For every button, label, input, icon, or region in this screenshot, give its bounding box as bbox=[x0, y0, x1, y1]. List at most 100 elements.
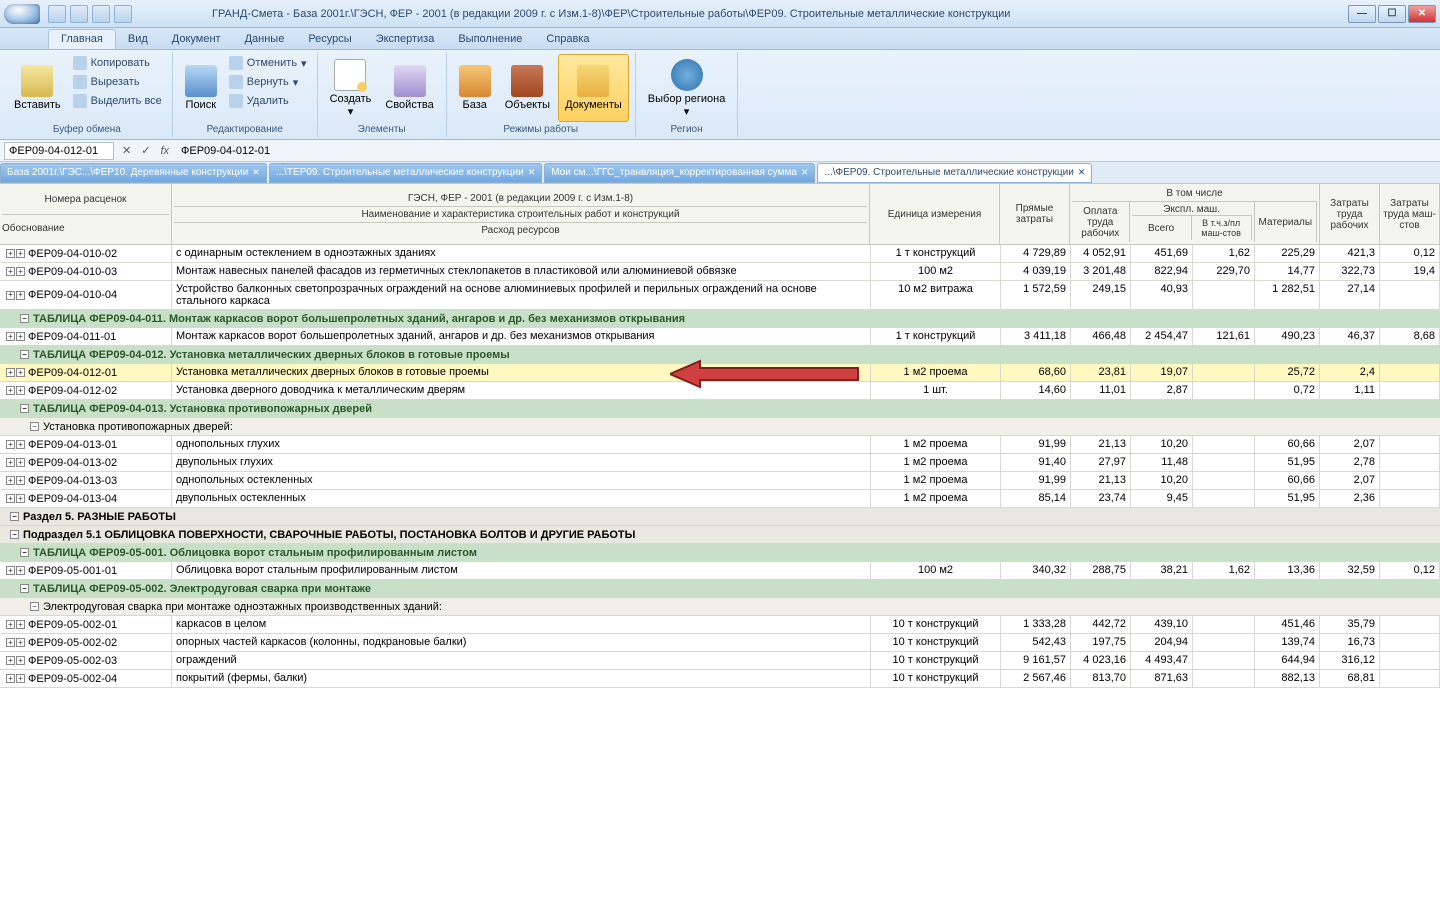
base-icon bbox=[459, 65, 491, 97]
cancel-formula-icon[interactable]: ✕ bbox=[120, 144, 133, 157]
ribbon-tab-expertise[interactable]: Экспертиза bbox=[364, 30, 447, 49]
table-row[interactable]: ++ФЕР09-04-013-03однопольных остекленных… bbox=[0, 472, 1440, 490]
col-materials: Материалы bbox=[1255, 202, 1317, 242]
maximize-button[interactable]: ☐ bbox=[1378, 5, 1406, 23]
name-box[interactable] bbox=[4, 142, 114, 160]
table-row[interactable]: −ТАБЛИЦА ФЕР09-04-011. Монтаж каркасов в… bbox=[0, 310, 1440, 328]
region-button[interactable]: Выбор региона ▾ bbox=[642, 54, 732, 122]
copy-button[interactable]: Копировать bbox=[69, 54, 166, 72]
accept-formula-icon[interactable]: ✓ bbox=[139, 144, 152, 157]
documents-icon bbox=[577, 65, 609, 97]
ribbon-tab-execution[interactable]: Выполнение bbox=[446, 30, 534, 49]
qat-save-icon[interactable] bbox=[48, 5, 66, 23]
doc-tab[interactable]: Мои см...\ГГС_транвляция_корректированна… bbox=[544, 163, 815, 183]
document-tab-strip: База 2001г.\ГЭС...\ФЕР10. Деревянные кон… bbox=[0, 162, 1440, 184]
col-db: ГЭСН, ФЕР - 2001 (в редакции 2009 г. с И… bbox=[174, 191, 867, 207]
doc-tab[interactable]: ...\ТЕР09. Строительные металлические ко… bbox=[269, 163, 542, 183]
col-labor-mach: Затраты труда маш-стов bbox=[1380, 184, 1440, 244]
delete-button[interactable]: Удалить bbox=[225, 92, 311, 110]
ribbon-tab-strip: Главная Вид Документ Данные Ресурсы Эксп… bbox=[0, 28, 1440, 50]
table-row[interactable]: ++ФЕР09-05-002-04покрытий (фермы, балки)… bbox=[0, 670, 1440, 688]
table-row[interactable]: ++ФЕР09-05-002-03ограждений10 т конструк… bbox=[0, 652, 1440, 670]
table-row[interactable]: −Подраздел 5.1 ОБЛИЦОВКА ПОВЕРХНОСТИ, СВ… bbox=[0, 526, 1440, 544]
documents-mode-button[interactable]: Документы bbox=[558, 54, 629, 122]
delete-icon bbox=[229, 94, 243, 108]
col-name: Наименование и характеристика строительн… bbox=[359, 207, 681, 222]
col-numbers: Номера расценок bbox=[45, 186, 127, 214]
ribbon-tab-main[interactable]: Главная bbox=[48, 29, 116, 49]
qat-redo-icon[interactable] bbox=[92, 5, 110, 23]
formula-field[interactable]: ФЕР09-04-012-01 bbox=[177, 143, 1436, 159]
qat-undo-icon[interactable] bbox=[70, 5, 88, 23]
table-row[interactable]: ++ФЕР09-04-012-01Установка металлических… bbox=[0, 364, 1440, 382]
base-mode-button[interactable]: База bbox=[453, 54, 497, 122]
table-row[interactable]: −ТАБЛИЦА ФЕР09-05-002. Электродуговая св… bbox=[0, 580, 1440, 598]
close-tab-icon[interactable]: ✕ bbox=[801, 167, 809, 178]
col-direct: Прямые затраты bbox=[1000, 184, 1070, 244]
table-header: Номера расценок Обоснование ГЭСН, ФЕР - … bbox=[0, 184, 1440, 245]
ribbon-tab-data[interactable]: Данные bbox=[233, 30, 297, 49]
objects-mode-button[interactable]: Объекты bbox=[499, 54, 556, 122]
col-basis: Обоснование bbox=[2, 214, 169, 243]
table-row[interactable]: −Установка противопожарных дверей: bbox=[0, 418, 1440, 436]
table-row[interactable]: −ТАБЛИЦА ФЕР09-04-012. Установка металли… bbox=[0, 346, 1440, 364]
cut-button[interactable]: Вырезать bbox=[69, 73, 166, 91]
ribbon-tab-view[interactable]: Вид bbox=[116, 30, 160, 49]
group-label-elements: Элементы bbox=[324, 122, 440, 137]
col-consumption: Расход ресурсов bbox=[174, 222, 867, 238]
table-body[interactable]: ++ФЕР09-04-010-02с одинарным остеклением… bbox=[0, 245, 1440, 911]
table-row[interactable]: ++ФЕР09-04-010-03Монтаж навесных панелей… bbox=[0, 263, 1440, 281]
table-row[interactable]: ++ФЕР09-04-013-04двупольных остекленных1… bbox=[0, 490, 1440, 508]
table-row[interactable]: −Раздел 5. РАЗНЫЕ РАБОТЫ bbox=[0, 508, 1440, 526]
ribbon-tab-help[interactable]: Справка bbox=[534, 30, 601, 49]
doc-tab-active[interactable]: ...\ФЕР09. Строительные металлические ко… bbox=[817, 163, 1092, 183]
col-incl-wages: В т.ч.з/пл маш-стов bbox=[1192, 216, 1252, 240]
formula-bar: ✕ ✓ fx ФЕР09-04-012-01 bbox=[0, 140, 1440, 162]
qat-dropdown-icon[interactable] bbox=[114, 5, 132, 23]
group-label-modes: Режимы работы bbox=[453, 122, 629, 137]
col-including: В том числе bbox=[1164, 186, 1224, 201]
doc-tab[interactable]: База 2001г.\ГЭС...\ФЕР10. Деревянные кон… bbox=[0, 163, 267, 183]
table-row[interactable]: ++ФЕР09-04-010-04Устройство балконных св… bbox=[0, 281, 1440, 310]
properties-button[interactable]: Свойства bbox=[379, 54, 439, 122]
table-row[interactable]: ++ФЕР09-05-002-02опорных частей каркасов… bbox=[0, 634, 1440, 652]
table-row[interactable]: ++ФЕР09-04-010-02с одинарным остеклением… bbox=[0, 245, 1440, 263]
close-tab-icon[interactable]: ✕ bbox=[1078, 167, 1086, 178]
cut-icon bbox=[73, 75, 87, 89]
minimize-button[interactable]: — bbox=[1348, 5, 1376, 23]
globe-icon bbox=[671, 59, 703, 91]
paste-button[interactable]: Вставить bbox=[8, 54, 67, 122]
table-row[interactable]: ++ФЕР09-04-011-01Монтаж каркасов ворот б… bbox=[0, 328, 1440, 346]
undo-button[interactable]: Отменить ▾ bbox=[225, 54, 311, 72]
table-row[interactable]: −ТАБЛИЦА ФЕР09-04-013. Установка противо… bbox=[0, 400, 1440, 418]
close-tab-icon[interactable]: ✕ bbox=[252, 167, 260, 178]
select-all-button[interactable]: Выделить все bbox=[69, 92, 166, 110]
redo-icon bbox=[229, 75, 243, 89]
app-menu-orb[interactable] bbox=[4, 4, 40, 24]
table-row[interactable]: −Электродуговая сварка при монтаже одноэ… bbox=[0, 598, 1440, 616]
redo-button[interactable]: Вернуть ▾ bbox=[225, 73, 311, 91]
search-button[interactable]: Поиск bbox=[179, 54, 223, 122]
close-tab-icon[interactable]: ✕ bbox=[528, 167, 536, 178]
objects-icon bbox=[511, 65, 543, 97]
title-bar: ГРАНД-Смета - База 2001г.\ГЭСН, ФЕР - 20… bbox=[0, 0, 1440, 28]
table-row[interactable]: ++ФЕР09-05-001-01Облицовка ворот стальны… bbox=[0, 562, 1440, 580]
table-row[interactable]: ++ФЕР09-04-013-01однопольных глухих1 м2 … bbox=[0, 436, 1440, 454]
ribbon: Вставить Копировать Вырезать Выделить вс… bbox=[0, 50, 1440, 140]
table-row[interactable]: ++ФЕР09-04-012-02Установка дверного дово… bbox=[0, 382, 1440, 400]
table-row[interactable]: ++ФЕР09-05-002-01каркасов в целом10 т ко… bbox=[0, 616, 1440, 634]
group-label-region: Регион bbox=[642, 122, 732, 137]
ribbon-tab-resources[interactable]: Ресурсы bbox=[296, 30, 363, 49]
undo-icon bbox=[229, 56, 243, 70]
fx-icon[interactable]: fx bbox=[158, 145, 171, 157]
select-all-icon bbox=[73, 94, 87, 108]
group-label-editing: Редактирование bbox=[179, 122, 311, 137]
create-button[interactable]: Создать ▾ bbox=[324, 54, 378, 122]
quick-access-toolbar bbox=[48, 5, 132, 23]
col-labor-workers: Затраты труда рабочих bbox=[1320, 184, 1380, 244]
table-row[interactable]: −ТАБЛИЦА ФЕР09-05-001. Облицовка ворот с… bbox=[0, 544, 1440, 562]
paste-icon bbox=[21, 65, 53, 97]
close-button[interactable]: ✕ bbox=[1408, 5, 1436, 23]
table-row[interactable]: ++ФЕР09-04-013-02двупольных глухих1 м2 п… bbox=[0, 454, 1440, 472]
ribbon-tab-document[interactable]: Документ bbox=[160, 30, 233, 49]
